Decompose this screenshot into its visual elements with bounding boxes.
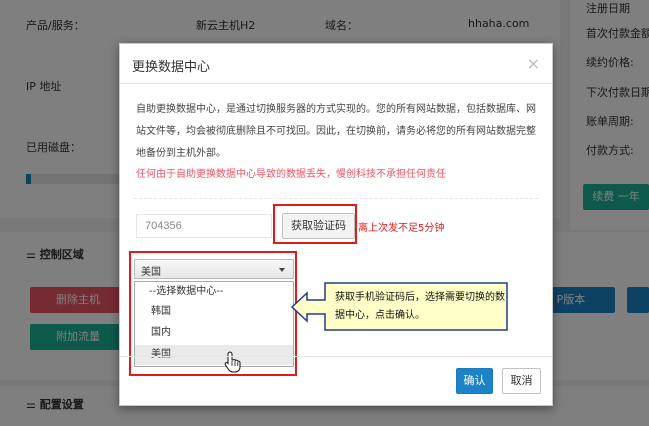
divider	[134, 198, 538, 199]
hand-pointer-icon	[224, 351, 241, 373]
highlight-box-select	[129, 251, 297, 376]
modal-warning: 任何由于自助更换数据中心导致的数据丢失，慢创科技不承担任何责任	[136, 169, 446, 180]
annotation-callout: 获取手机验证码后，选择需要切换的数据中心，点击确认。	[291, 282, 509, 332]
change-datacenter-modal: 更换数据中心 × 自助更换数据中心，是通过切换服务器的方式实现的。您的所有网站数…	[119, 43, 553, 406]
modal-title: 更换数据中心	[132, 60, 211, 75]
modal-description: 自助更换数据中心，是通过切换服务器的方式实现的。您的所有网站数据，包括数据库、网…	[136, 104, 536, 159]
callout-text: 获取手机验证码后，选择需要切换的数据中心，点击确认。	[335, 292, 505, 321]
cancel-button[interactable]: 取消	[502, 368, 541, 394]
verification-code-input[interactable]	[136, 214, 272, 238]
confirm-button[interactable]: 确认	[456, 368, 493, 394]
modal-header: 更换数据中心 ×	[120, 44, 552, 84]
footer-divider	[120, 356, 552, 357]
code-cooldown-tip: 离上次发不足5分钟	[358, 223, 445, 234]
highlight-box-code-button	[273, 204, 357, 244]
close-icon[interactable]: ×	[527, 54, 540, 73]
